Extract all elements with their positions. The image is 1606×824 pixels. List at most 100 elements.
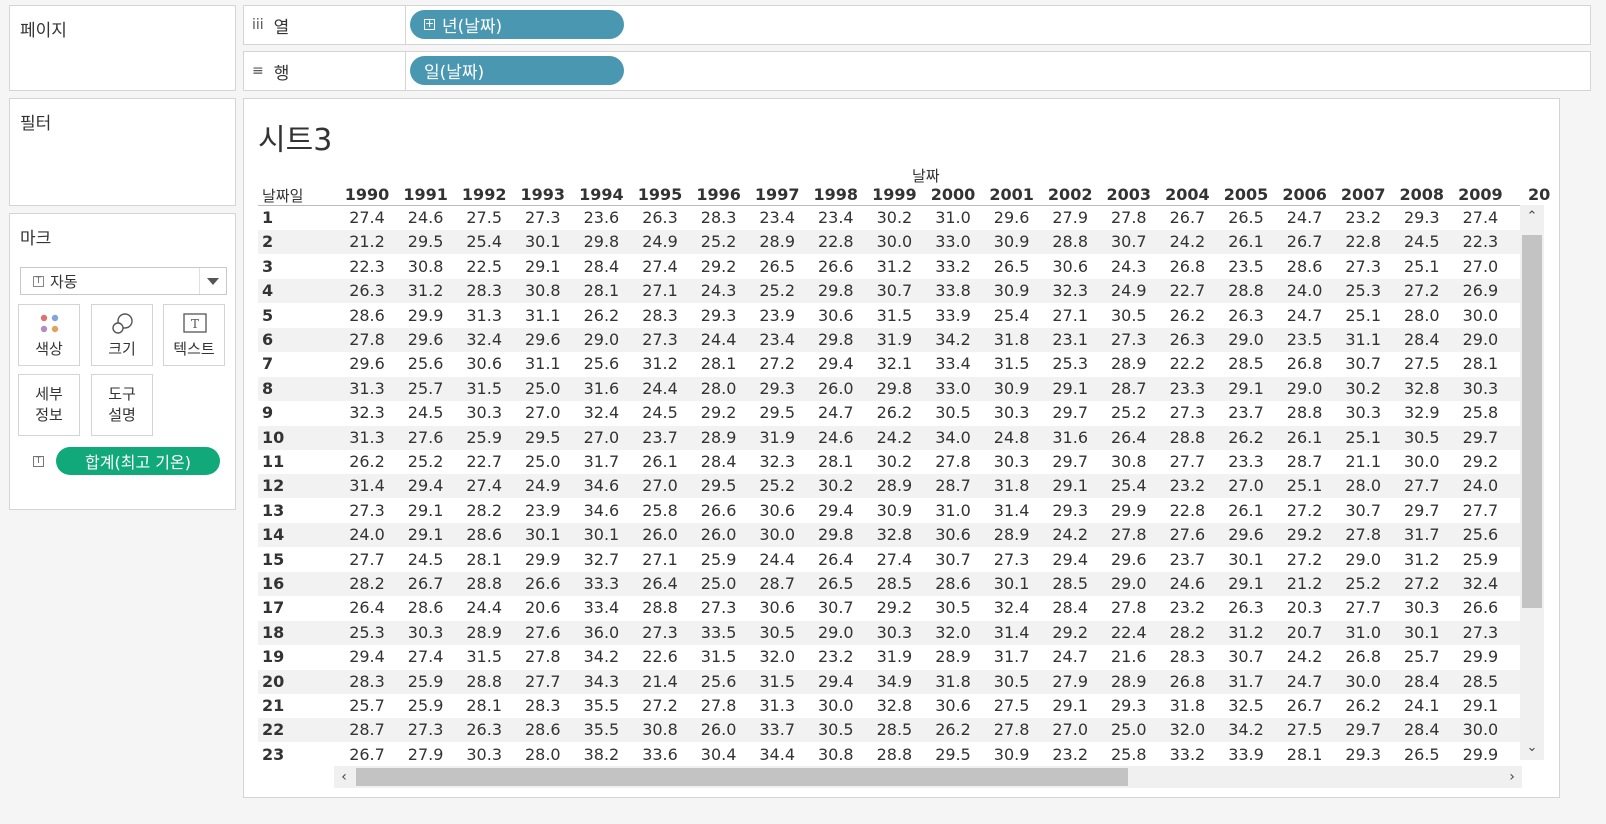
table-cell[interactable]: 30.9 — [983, 379, 1041, 398]
filters-panel[interactable]: 필터 — [9, 98, 236, 206]
table-cell[interactable]: 24.7 — [1276, 306, 1334, 325]
table-cell[interactable]: 28.5 — [865, 574, 923, 593]
table-cell[interactable]: 27.4 — [397, 647, 455, 666]
table-cell[interactable]: 30.5 — [924, 598, 982, 617]
table-cell[interactable]: 31.5 — [748, 672, 806, 691]
pages-panel[interactable]: 페이지 — [9, 5, 236, 91]
table-cell[interactable]: 29.2 — [690, 257, 748, 276]
table-cell[interactable]: 31.9 — [748, 428, 806, 447]
table-cell[interactable]: 31.1 — [514, 306, 572, 325]
table-cell[interactable]: 26.4 — [338, 598, 396, 617]
table-cell[interactable]: 27.4 — [631, 257, 689, 276]
table-cell[interactable]: 23.1 — [1041, 330, 1099, 349]
expand-icon[interactable]: + — [424, 18, 435, 30]
table-cell[interactable]: 28.3 — [631, 306, 689, 325]
table-cell[interactable]: 28.2 — [1158, 623, 1216, 642]
table-cell[interactable]: 26.0 — [807, 379, 865, 398]
table-cell[interactable]: 29.6 — [338, 354, 396, 373]
table-cell[interactable]: 28.1 — [1276, 745, 1334, 764]
table-cell[interactable]: 30.1 — [1217, 550, 1275, 569]
table-cell[interactable]: 31.4 — [338, 476, 396, 495]
table-cell[interactable]: 30.5 — [748, 623, 806, 642]
table-cell[interactable]: 27.3 — [1334, 257, 1392, 276]
table-cell[interactable]: 29.5 — [397, 232, 455, 251]
table-cell[interactable]: 24.9 — [514, 476, 572, 495]
table-cell[interactable]: 28.6 — [397, 598, 455, 617]
table-cell[interactable]: 26.7 — [1276, 696, 1334, 715]
year-column-header[interactable]: 2007 — [1334, 185, 1392, 204]
table-cell[interactable]: 28.6 — [338, 306, 396, 325]
table-cell[interactable]: 29.1 — [397, 525, 455, 544]
table-cell[interactable]: 38.2 — [572, 745, 630, 764]
table-cell[interactable]: 26.8 — [1158, 672, 1216, 691]
table-cell[interactable]: 27.3 — [1158, 403, 1216, 422]
day-row-header[interactable]: 1 — [262, 208, 273, 227]
table-cell[interactable]: 26.8 — [1276, 354, 1334, 373]
table-cell[interactable]: 28.6 — [455, 525, 513, 544]
table-cell[interactable]: 29.3 — [748, 379, 806, 398]
table-cell[interactable]: 29.0 — [1276, 379, 1334, 398]
detail-button[interactable]: 세부 정보 — [18, 374, 80, 436]
table-cell[interactable]: 30.7 — [1100, 232, 1158, 251]
table-cell[interactable]: 28.8 — [1041, 232, 1099, 251]
table-cell[interactable]: 29.6 — [514, 330, 572, 349]
table-cell[interactable]: 26.1 — [631, 452, 689, 471]
table-cell[interactable]: 31.2 — [1217, 623, 1275, 642]
table-cell[interactable]: 26.3 — [338, 281, 396, 300]
day-row-header[interactable]: 23 — [262, 745, 284, 764]
table-cell[interactable]: 26.6 — [514, 574, 572, 593]
table-cell[interactable]: 27.1 — [1041, 306, 1099, 325]
table-cell[interactable]: 22.4 — [1100, 623, 1158, 642]
table-cell[interactable]: 22.6 — [631, 647, 689, 666]
table-cell[interactable]: 26.5 — [748, 257, 806, 276]
table-cell[interactable]: 29.7 — [1393, 501, 1451, 520]
table-cell[interactable]: 30.5 — [807, 720, 865, 739]
table-cell[interactable]: 29.1 — [1451, 696, 1509, 715]
table-cell[interactable]: 28.4 — [1393, 330, 1451, 349]
table-cell[interactable]: 25.1 — [1393, 257, 1451, 276]
table-cell[interactable]: 31.2 — [865, 257, 923, 276]
table-cell[interactable]: 24.7 — [1276, 672, 1334, 691]
table-cell[interactable]: 26.2 — [1334, 696, 1392, 715]
table-cell[interactable]: 27.0 — [1217, 476, 1275, 495]
day-row-header[interactable]: 21 — [262, 696, 284, 715]
table-cell[interactable]: 30.4 — [690, 745, 748, 764]
table-cell[interactable]: 33.2 — [1158, 745, 1216, 764]
table-cell[interactable]: 27.5 — [1393, 354, 1451, 373]
table-cell[interactable]: 27.6 — [397, 428, 455, 447]
table-cell[interactable]: 27.2 — [1393, 574, 1451, 593]
table-cell[interactable]: 31.4 — [983, 501, 1041, 520]
table-cell[interactable]: 30.0 — [807, 696, 865, 715]
table-cell[interactable]: 26.4 — [631, 574, 689, 593]
table-cell[interactable]: 30.1 — [514, 232, 572, 251]
scroll-right-icon[interactable]: › — [1502, 766, 1522, 788]
table-cell[interactable]: 23.2 — [807, 647, 865, 666]
table-cell[interactable]: 28.5 — [1451, 672, 1509, 691]
table-cell[interactable]: 29.3 — [1334, 745, 1392, 764]
table-cell[interactable]: 31.7 — [1217, 672, 1275, 691]
table-cell[interactable]: 28.9 — [690, 428, 748, 447]
scroll-down-icon[interactable]: ⌄ — [1520, 736, 1544, 760]
table-cell[interactable]: 30.6 — [455, 354, 513, 373]
table-cell[interactable]: 27.7 — [1334, 598, 1392, 617]
table-cell[interactable]: 27.0 — [514, 403, 572, 422]
year-column-header[interactable]: 1991 — [397, 185, 455, 204]
table-cell[interactable]: 33.4 — [924, 354, 982, 373]
table-cell[interactable]: 24.8 — [983, 428, 1041, 447]
table-cell[interactable]: 30.5 — [1393, 428, 1451, 447]
table-cell[interactable]: 28.9 — [924, 647, 982, 666]
table-cell[interactable]: 29.6 — [1100, 550, 1158, 569]
table-cell[interactable]: 28.4 — [1393, 672, 1451, 691]
table-cell[interactable]: 23.2 — [1041, 745, 1099, 764]
table-cell[interactable]: 26.3 — [455, 720, 513, 739]
color-button[interactable]: 색상 — [18, 304, 80, 366]
year-column-header[interactable]: 2000 — [924, 185, 982, 204]
table-cell[interactable]: 30.8 — [514, 281, 572, 300]
table-cell[interactable]: 29.2 — [1041, 623, 1099, 642]
columns-shelf[interactable]: iii 열 + 년(날짜) — [243, 5, 1591, 45]
table-cell[interactable]: 34.3 — [572, 672, 630, 691]
day-row-header[interactable]: 14 — [262, 525, 284, 544]
table-cell[interactable]: 24.4 — [690, 330, 748, 349]
table-cell[interactable]: 30.7 — [1217, 647, 1275, 666]
table-cell[interactable]: 29.5 — [514, 428, 572, 447]
